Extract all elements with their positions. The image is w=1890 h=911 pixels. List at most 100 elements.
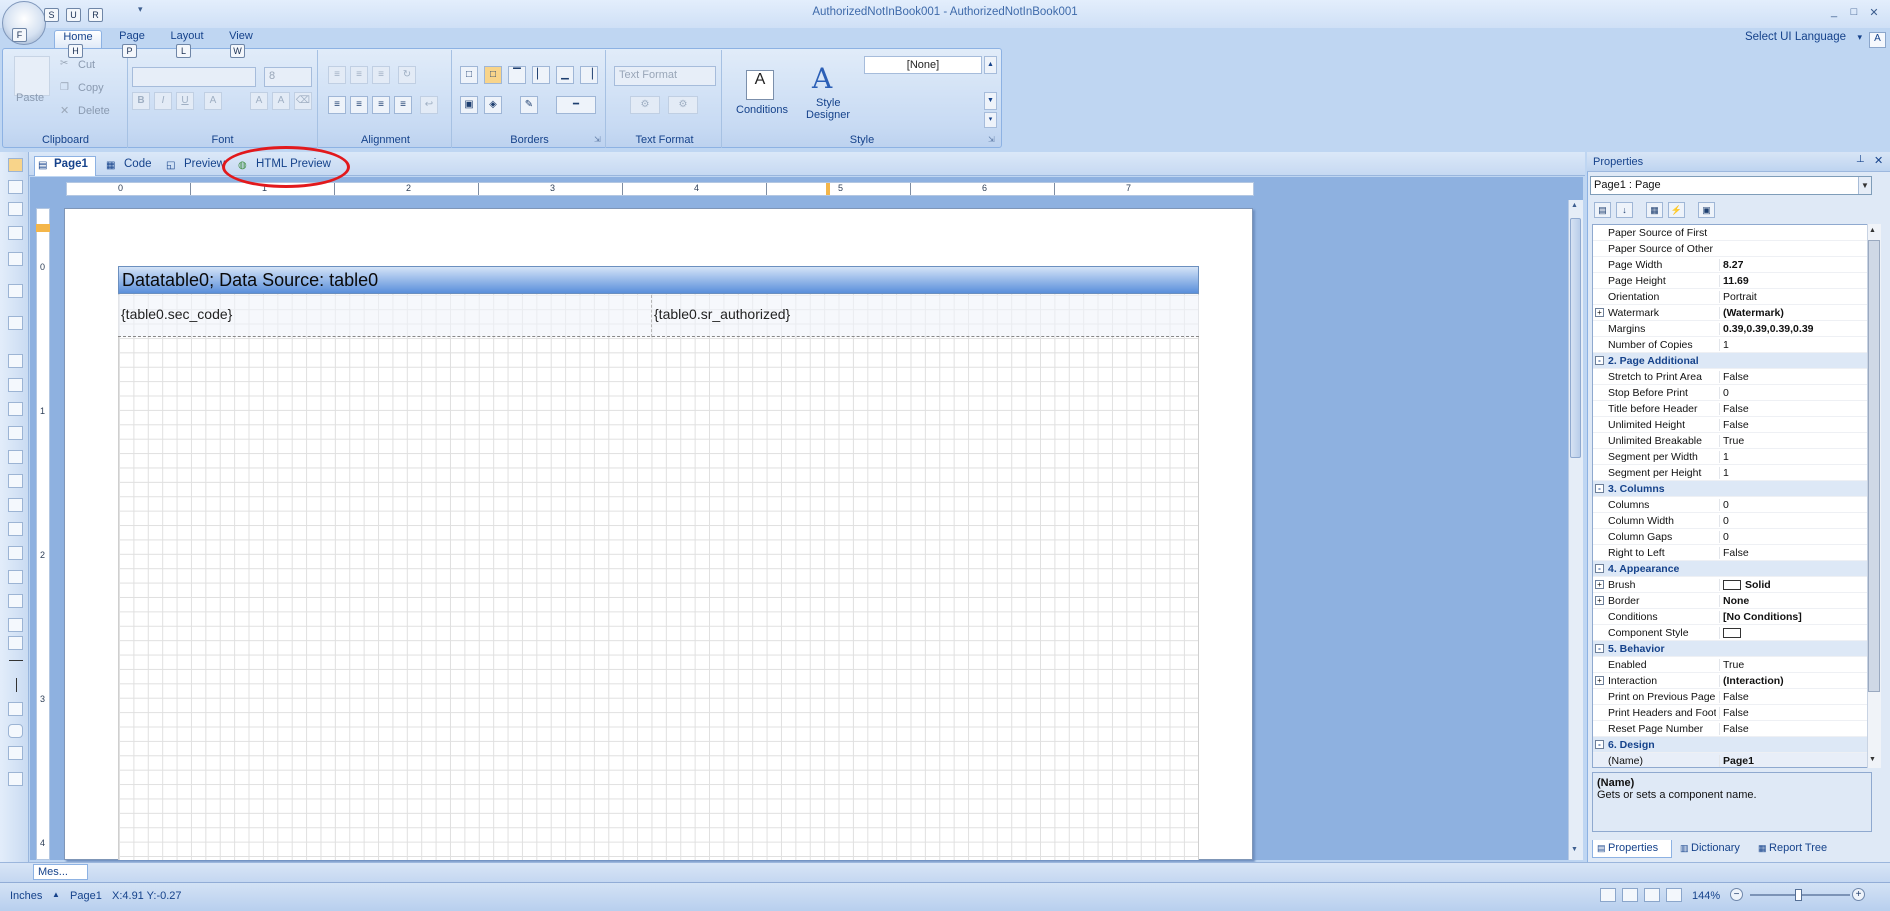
table-tool-icon[interactable] — [8, 522, 23, 536]
align-center-icon[interactable]: ≡ — [350, 96, 368, 114]
shadow-icon[interactable]: ▣ — [460, 96, 478, 114]
prop-value[interactable]: Solid — [1719, 579, 1869, 591]
view-page-icon[interactable] — [1622, 888, 1638, 902]
line-tool-icon[interactable] — [9, 660, 23, 661]
prop-value[interactable]: False — [1719, 547, 1869, 559]
text-tool-icon[interactable] — [8, 202, 23, 216]
pin-icon[interactable]: ⊥ — [1856, 154, 1865, 165]
align-top-icon[interactable]: ≡ — [328, 66, 346, 84]
border-all-icon[interactable]: □ — [460, 66, 478, 84]
fill-color-icon[interactable]: ◈ — [484, 96, 502, 114]
border-none-icon[interactable]: □ — [484, 66, 502, 84]
events-icon[interactable]: ⚡ — [1668, 202, 1685, 218]
prop-row[interactable]: Unlimited Height False — [1593, 417, 1871, 433]
shrink-font-icon[interactable]: A — [272, 92, 290, 110]
field-sec-code[interactable]: {table0.sec_code} — [121, 306, 232, 322]
prop-row[interactable]: Reset Page Number False — [1593, 721, 1871, 737]
prop-category[interactable]: -5. Behavior — [1593, 641, 1871, 657]
font-name-combo[interactable] — [132, 67, 256, 87]
scroll-up-icon[interactable]: ▲ — [1869, 227, 1876, 234]
crosstab-icon[interactable] — [8, 546, 23, 560]
align-right-icon[interactable]: ≡ — [372, 96, 390, 114]
align-middle-icon[interactable]: ≡ — [350, 66, 368, 84]
underline-button[interactable]: U — [176, 92, 194, 110]
prop-value[interactable]: True — [1719, 435, 1869, 447]
expand-icon[interactable]: + — [1595, 580, 1604, 589]
clear-format-icon[interactable]: ⌫ — [294, 92, 312, 110]
border-right-icon[interactable]: ▕ — [580, 66, 598, 84]
delete-button[interactable]: Delete — [78, 105, 110, 117]
prop-row[interactable]: Stretch to Print Area False — [1593, 369, 1871, 385]
prop-row[interactable]: Page Width 8.27 — [1593, 257, 1871, 273]
header-band[interactable]: Datatable0; Data Source: table0 — [118, 266, 1199, 294]
prop-value[interactable]: 1 — [1719, 451, 1869, 463]
align-left-icon[interactable]: ≡ — [328, 96, 346, 114]
expand-icon[interactable]: + — [1595, 596, 1604, 605]
text-component-icon[interactable] — [8, 354, 23, 368]
paste-icon[interactable] — [14, 56, 50, 96]
gallery-up-icon[interactable]: ▲ — [984, 56, 997, 74]
bold-button[interactable]: B — [132, 92, 150, 110]
paste-button[interactable]: Paste — [16, 92, 44, 104]
style-designer-label-2[interactable]: Designer — [806, 109, 850, 121]
scroll-up-icon[interactable]: ▲ — [1571, 202, 1578, 209]
prop-value[interactable]: 0.39,0.39,0.39,0.39 — [1719, 323, 1869, 335]
scrollbar-thumb[interactable] — [1868, 240, 1880, 692]
collapse-icon[interactable]: - — [1595, 564, 1604, 573]
chevron-up-icon[interactable]: ▲ — [52, 890, 60, 899]
prop-value[interactable]: True — [1719, 659, 1869, 671]
prop-value[interactable]: (Interaction) — [1719, 675, 1869, 687]
prop-row[interactable]: Page Height 11.69 — [1593, 273, 1871, 289]
prop-row[interactable]: Stop Before Print 0 — [1593, 385, 1871, 401]
prop-row[interactable]: Component Style — [1593, 625, 1871, 641]
border-style-icon[interactable]: ━ — [556, 96, 596, 114]
style-launcher-icon[interactable]: ⇲ — [988, 135, 995, 144]
picture-tool-icon[interactable] — [8, 636, 23, 650]
tab-dictionary[interactable]: ▥ Dictionary — [1676, 840, 1752, 858]
prop-row[interactable]: Segment per Height 1 — [1593, 465, 1871, 481]
collapse-icon[interactable]: - — [1595, 356, 1604, 365]
prop-row[interactable]: Title before Header False — [1593, 401, 1871, 417]
property-grid[interactable]: Paper Source of First Paper Source of Ot… — [1592, 224, 1872, 768]
select-tool-icon[interactable] — [8, 158, 23, 172]
hand-tool-icon[interactable] — [8, 180, 23, 194]
chart-bars-icon[interactable] — [8, 746, 23, 760]
zoom-slider-thumb[interactable] — [1795, 889, 1802, 901]
prop-row[interactable]: Print on Previous Page False — [1593, 689, 1871, 705]
grow-font-icon[interactable]: A — [250, 92, 268, 110]
font-color-icon[interactable]: A — [204, 92, 222, 110]
tab-report-tree[interactable]: ▦ Report Tree — [1754, 840, 1846, 858]
panel-tool-icon[interactable] — [8, 316, 23, 330]
italic-button[interactable]: I — [154, 92, 172, 110]
prop-value[interactable]: None — [1719, 595, 1869, 607]
prop-value[interactable] — [1719, 627, 1869, 639]
prop-value[interactable]: 0 — [1719, 387, 1869, 399]
font-size-combo[interactable]: 8 — [264, 67, 312, 87]
prop-category[interactable]: -3. Columns — [1593, 481, 1871, 497]
wordwrap-icon[interactable]: ↩ — [420, 96, 438, 114]
prop-value[interactable]: 1 — [1719, 467, 1869, 479]
cross-band-icon[interactable] — [8, 284, 23, 298]
rotate-icon[interactable]: ↻ — [398, 66, 416, 84]
prop-value[interactable]: False — [1719, 371, 1869, 383]
quick-access-save[interactable]: S — [44, 8, 59, 22]
zoom-out-icon[interactable]: − — [1730, 888, 1743, 901]
chart-tool-icon[interactable] — [8, 474, 23, 488]
prop-category[interactable]: -2. Page Additional — [1593, 353, 1871, 369]
sort-alpha-icon[interactable]: ↓ — [1616, 202, 1633, 218]
tab-properties[interactable]: ▤ Properties — [1592, 840, 1672, 858]
prop-value[interactable]: (Watermark) — [1719, 307, 1869, 319]
border-color-icon[interactable]: ✎ — [520, 96, 538, 114]
chevron-down-icon[interactable]: ▼ — [1858, 177, 1871, 194]
style-designer-label-1[interactable]: Style — [816, 97, 840, 109]
prop-row[interactable]: Paper Source of Other — [1593, 241, 1871, 257]
border-top-icon[interactable]: ▔ — [508, 66, 526, 84]
prop-value[interactable]: 0 — [1719, 531, 1869, 543]
prop-row[interactable]: + Watermark (Watermark) — [1593, 305, 1871, 321]
container-icon[interactable] — [8, 618, 23, 632]
tab-preview[interactable]: Preview — [184, 158, 225, 176]
zoom-in-icon[interactable]: + — [1852, 888, 1865, 901]
settings-tool-icon[interactable] — [8, 772, 23, 786]
prop-row-selected[interactable]: (Name) Page1 — [1593, 753, 1871, 767]
scroll-down-icon[interactable]: ▼ — [1571, 846, 1578, 853]
